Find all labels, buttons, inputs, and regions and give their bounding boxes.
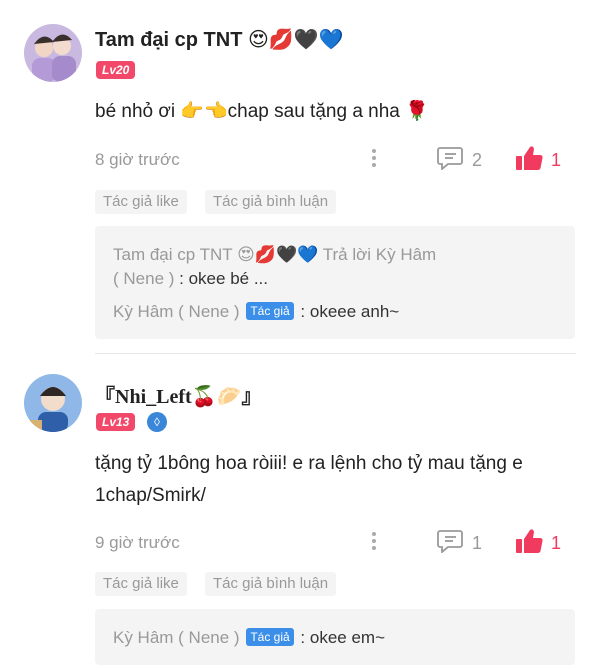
reply-author[interactable]: Kỳ Hâm ( Nene ) — [113, 628, 240, 647]
shield-icon: ◊ — [147, 412, 167, 432]
reply-author[interactable]: Kỳ Hâm ( Nene ) — [113, 302, 240, 321]
reply-target[interactable]: Kỳ Hâm — [376, 245, 436, 264]
reply-item[interactable]: Kỳ Hâm ( Nene ) Tác giả : okeee anh~ — [113, 300, 399, 324]
more-icon[interactable] — [370, 149, 378, 170]
user-name[interactable]: 『Nhi_Left🍒🥟』 — [95, 380, 261, 409]
like-icon[interactable] — [515, 145, 543, 176]
reply-author[interactable]: Tam đại cp TNT 😍💋🖤💙 — [113, 245, 318, 264]
divider — [95, 353, 576, 354]
avatar[interactable] — [24, 374, 82, 432]
author-badge: Tác giả — [246, 628, 294, 646]
level-badge: Lv13 — [96, 413, 136, 431]
reply-item[interactable]: Kỳ Hâm ( Nene ) Tác giả : okee em~ — [113, 626, 385, 650]
like-icon[interactable] — [515, 528, 543, 559]
author-liked-tag: Tác giả like — [95, 572, 187, 596]
reply-item[interactable]: Tam đại cp TNT 😍💋🖤💙 Trả lời Kỳ Hâm — [113, 243, 563, 267]
like-count: 1 — [551, 150, 562, 170]
timestamp: 8 giờ trước — [95, 150, 180, 169]
comment-icon[interactable] — [437, 529, 463, 558]
timestamp: 9 giờ trước — [95, 533, 180, 552]
user-name[interactable]: Tam đại cp TNT 😍💋🖤💙 — [95, 27, 344, 52]
reply-box: Kỳ Hâm ( Nene ) Tác giả : okee em~ — [95, 609, 575, 665]
reply-box: Tam đại cp TNT 😍💋🖤💙 Trả lời Kỳ Hâm ( Nen… — [95, 226, 575, 339]
comment-text: 1chap/Smirk/ — [95, 485, 206, 506]
like-count: 1 — [551, 533, 562, 553]
reply-count: 2 — [472, 150, 483, 170]
more-icon[interactable] — [370, 532, 378, 553]
reply-text: : okee em~ — [300, 628, 385, 647]
author-liked-tag: Tác giả like — [95, 190, 187, 214]
reply-count: 1 — [472, 533, 483, 553]
reply-text: : okeee anh~ — [300, 302, 400, 321]
reply-target[interactable]: ( Nene ) — [113, 269, 174, 288]
comment-icon[interactable] — [437, 146, 463, 175]
comment-text: tặng tỷ 1bông hoa ròiii! e ra lệnh cho t… — [95, 453, 523, 474]
level-badge: Lv20 — [96, 61, 136, 79]
avatar[interactable] — [24, 24, 82, 82]
author-commented-tag: Tác giả bình luận — [205, 190, 337, 214]
reply-text: : okee bé ... — [179, 269, 268, 288]
author-badge: Tác giả — [246, 302, 294, 320]
reply-action: Trả lời — [322, 245, 372, 264]
comment-text: bé nhỏ ơi 👉👈chap sau tặng a nha 🌹 — [95, 101, 429, 122]
author-commented-tag: Tác giả bình luận — [205, 572, 337, 596]
reply-item[interactable]: ( Nene ) : okee bé ... — [113, 267, 268, 291]
